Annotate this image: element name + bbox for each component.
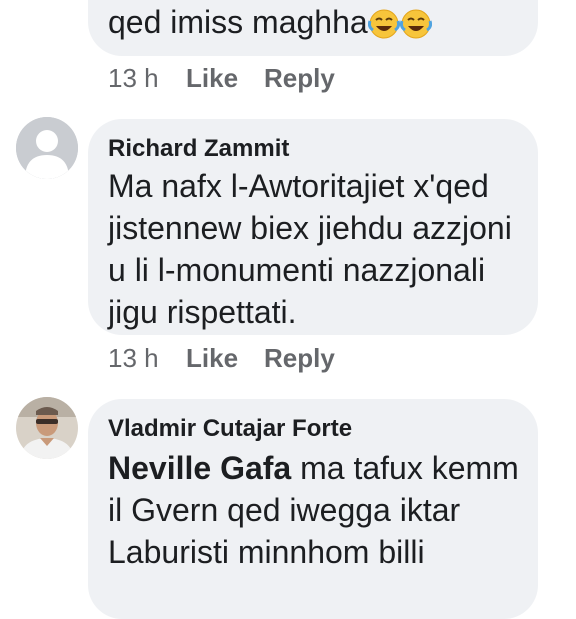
comment-1-text: qed imiss maghha <box>108 4 368 40</box>
comment-3-mention-link[interactable]: Neville Gafa <box>108 450 291 486</box>
comment-2-text-line-2: jistennew biex jiehdu azzjoni <box>108 210 512 246</box>
comment-3-text-line-1: Neville Gafa ma tafux kemm <box>108 452 519 484</box>
avatar-photo[interactable] <box>16 397 78 459</box>
comment-2-like-button[interactable]: Like <box>186 343 238 374</box>
comment-1-like-button[interactable]: Like <box>186 63 238 94</box>
comment-3-text-line-3: Laburisti minnhom billi <box>108 534 425 570</box>
comment-2-text-line-4: jigu rispettati. <box>108 294 297 330</box>
comment-2-author[interactable]: Richard Zammit <box>108 135 289 163</box>
comment-1-reply-button[interactable]: Reply <box>264 63 335 94</box>
comment-2-reply-button[interactable]: Reply <box>264 343 335 374</box>
face-with-tears-of-joy-icon <box>399 9 432 44</box>
avatar-default[interactable] <box>16 117 78 179</box>
comment-2-text-line-1: Ma nafx l-Awtoritajiet x'qed <box>108 168 489 204</box>
comment-2-timestamp: 13 h <box>108 343 159 373</box>
comment-3-text-line-2: il Gvern qed iwegga iktar <box>108 492 461 528</box>
default-avatar-icon <box>16 117 78 179</box>
comment-1-text-line-1: qed imiss maghha <box>108 6 432 44</box>
face-with-tears-of-joy-icon <box>367 9 400 44</box>
comment-2-text-line-3: u li l-monumenti nazzjonali <box>108 252 486 288</box>
profile-photo-icon <box>16 397 78 459</box>
comment-3-author[interactable]: Vladmir Cutajar Forte <box>108 415 352 443</box>
comment-3-text-segment: ma tafux kemm <box>291 450 519 486</box>
comment-1-timestamp: 13 h <box>108 63 159 93</box>
